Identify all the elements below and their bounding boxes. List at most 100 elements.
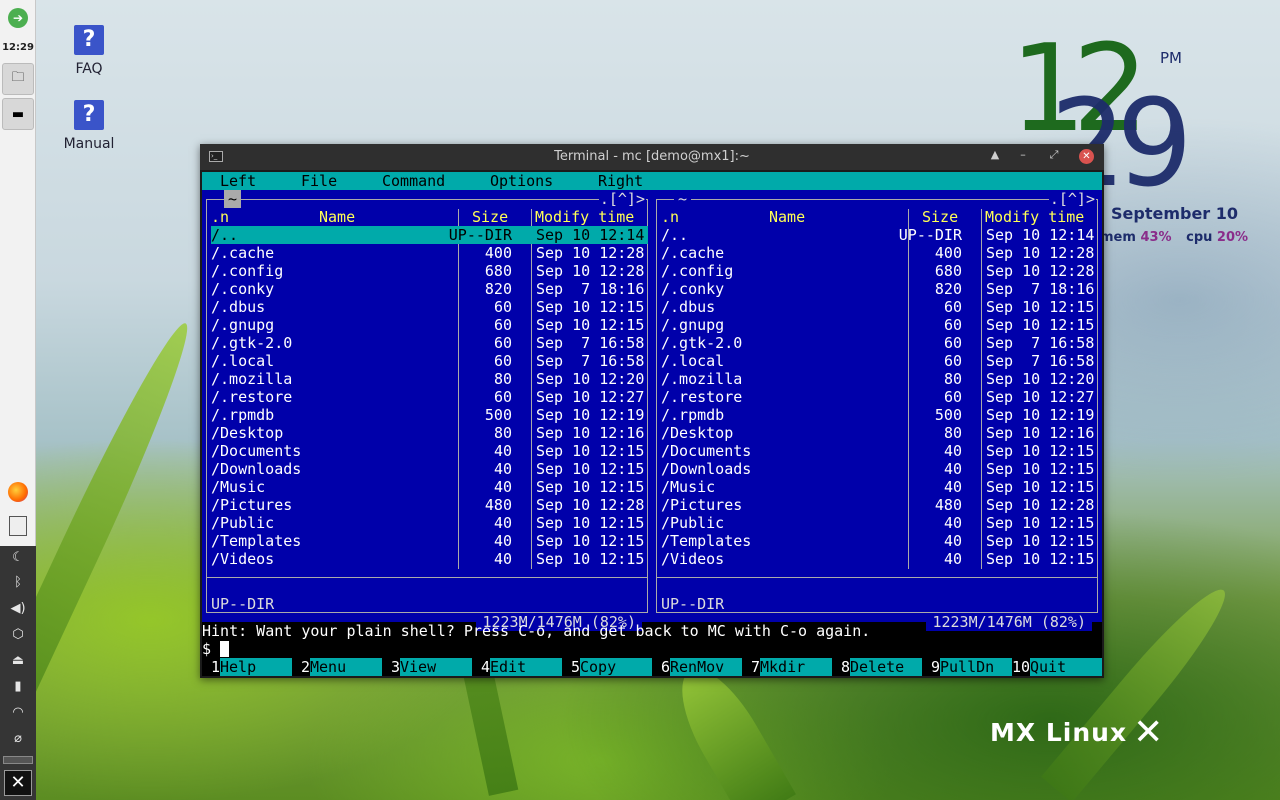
file-row[interactable]: /Documents 40 Sep 10 12:15 xyxy=(211,442,648,460)
fkey-5[interactable]: 5Copy xyxy=(562,658,652,676)
header-name[interactable]: Name xyxy=(769,208,805,226)
file-row[interactable]: /.conky 820 Sep 7 18:16 xyxy=(661,280,1098,298)
package-icon[interactable]: ⬡ xyxy=(0,627,36,642)
file-row[interactable]: /Desktop 80 Sep 10 12:16 xyxy=(211,424,648,442)
mini-status: UP--DIR xyxy=(661,595,725,613)
file-row[interactable]: /Desktop 80 Sep 10 12:16 xyxy=(661,424,1098,442)
header-sort[interactable]: .n xyxy=(661,208,679,226)
terminal-content[interactable]: Left File Command Options Right ~ .[^]> … xyxy=(202,172,1102,676)
file-row[interactable]: /Public 40 Sep 10 12:15 xyxy=(211,514,648,532)
fkey-4[interactable]: 4Edit xyxy=(472,658,562,676)
fkey-2[interactable]: 2Menu xyxy=(292,658,382,676)
notes-icon[interactable] xyxy=(3,512,33,540)
file-row[interactable]: /Templates 40 Sep 10 12:15 xyxy=(211,532,648,550)
file-row[interactable]: /Videos 40 Sep 10 12:15 xyxy=(211,550,648,568)
header-modify-time[interactable]: Modify time xyxy=(985,208,1084,226)
desktop-icon-manual[interactable]: ? Manual xyxy=(44,100,134,152)
file-row[interactable]: /.dbus 60 Sep 10 12:15 xyxy=(661,298,1098,316)
file-row[interactable]: /.local 60 Sep 7 16:58 xyxy=(661,352,1098,370)
header-name[interactable]: Name xyxy=(319,208,355,226)
fkey-label: Quit xyxy=(1030,658,1102,676)
eject-icon[interactable]: ⏏ xyxy=(0,653,36,668)
file-row[interactable]: /Documents 40 Sep 10 12:15 xyxy=(661,442,1098,460)
header-size[interactable]: Size xyxy=(922,208,958,226)
file-modify-time: Sep 10 12:15 xyxy=(986,514,1095,532)
panel-corner-controls[interactable]: .[^]> xyxy=(598,190,646,208)
file-row[interactable]: /Music 40 Sep 10 12:15 xyxy=(661,478,1098,496)
menu-left[interactable]: Left xyxy=(220,172,256,190)
fkey-8[interactable]: 8Delete xyxy=(832,658,922,676)
workspace-pager[interactable] xyxy=(3,756,33,764)
file-row[interactable]: /.mozilla 80 Sep 10 12:20 xyxy=(211,370,648,388)
file-modify-time: Sep 7 16:58 xyxy=(986,352,1095,370)
panel-corner-controls[interactable]: .[^]> xyxy=(1048,190,1096,208)
wifi-icon[interactable]: ◠ xyxy=(0,705,36,720)
file-row[interactable]: /.restore 60 Sep 10 12:27 xyxy=(661,388,1098,406)
file-row[interactable]: /Videos 40 Sep 10 12:15 xyxy=(661,550,1098,568)
file-manager-icon[interactable]: 🗀 xyxy=(2,63,34,95)
file-size: 400 xyxy=(934,244,962,262)
file-name: /.local xyxy=(661,352,725,370)
file-row[interactable]: /.gnupg 60 Sep 10 12:15 xyxy=(661,316,1098,334)
header-modify-time[interactable]: Modify time xyxy=(535,208,634,226)
file-row[interactable]: /.rpmdb 500 Sep 10 12:19 xyxy=(661,406,1098,424)
window-titlebar[interactable]: ›_ Terminal - mc [demo@mx1]:~ ▲ – ⤢ ✕ xyxy=(200,144,1104,170)
fkey-9[interactable]: 9PullDn xyxy=(922,658,1012,676)
file-row[interactable]: /.cache 400 Sep 10 12:28 xyxy=(661,244,1098,262)
mx-logo-icon[interactable]: ➔ xyxy=(3,4,33,32)
window-title: Terminal - mc [demo@mx1]:~ xyxy=(554,149,750,164)
mx-menu-icon[interactable]: ✕ xyxy=(4,770,32,796)
fkey-6[interactable]: 6RenMov xyxy=(652,658,742,676)
file-row[interactable]: /Music 40 Sep 10 12:15 xyxy=(211,478,648,496)
file-row[interactable]: /.restore 60 Sep 10 12:27 xyxy=(211,388,648,406)
header-size[interactable]: Size xyxy=(472,208,508,226)
command-prompt[interactable]: $ xyxy=(202,640,230,658)
current-directory[interactable]: ~ xyxy=(224,190,242,208)
file-row[interactable]: /.config 680 Sep 10 12:28 xyxy=(211,262,648,280)
file-row[interactable]: /Pictures 480 Sep 10 12:28 xyxy=(661,496,1098,514)
shade-button[interactable]: ▲ xyxy=(986,148,1004,161)
file-row[interactable]: /.mozilla 80 Sep 10 12:20 xyxy=(661,370,1098,388)
fkey-1[interactable]: 1Help xyxy=(202,658,292,676)
left-file-panel[interactable]: ~ .[^]> .n Name Size Modify time /.. UP--… xyxy=(202,190,652,631)
file-row[interactable]: /.local 60 Sep 7 16:58 xyxy=(211,352,648,370)
header-sort[interactable]: .n xyxy=(211,208,229,226)
menu-command[interactable]: Command xyxy=(382,172,445,190)
file-row[interactable]: /.config 680 Sep 10 12:28 xyxy=(661,262,1098,280)
night-mode-icon[interactable]: ☾ xyxy=(0,550,36,565)
menu-options[interactable]: Options xyxy=(490,172,553,190)
file-row[interactable]: /.gtk-2.0 60 Sep 7 16:58 xyxy=(661,334,1098,352)
clip-icon[interactable]: ⌀ xyxy=(0,731,36,746)
close-button[interactable]: ✕ xyxy=(1079,149,1094,164)
file-row[interactable]: /.rpmdb 500 Sep 10 12:19 xyxy=(211,406,648,424)
file-row[interactable]: /.. UP--DIR Sep 10 12:14 xyxy=(661,226,1098,244)
terminal-icon[interactable]: ▬ xyxy=(2,98,34,130)
current-directory[interactable]: ~ xyxy=(674,190,692,208)
file-row[interactable]: /Downloads 40 Sep 10 12:15 xyxy=(661,460,1098,478)
menu-file[interactable]: File xyxy=(301,172,337,190)
file-row[interactable]: /.cache 400 Sep 10 12:28 xyxy=(211,244,648,262)
file-row[interactable]: /Templates 40 Sep 10 12:15 xyxy=(661,532,1098,550)
file-row[interactable]: /Public 40 Sep 10 12:15 xyxy=(661,514,1098,532)
firefox-icon[interactable] xyxy=(3,478,33,506)
file-row[interactable]: /Downloads 40 Sep 10 12:15 xyxy=(211,460,648,478)
file-row[interactable]: /.dbus 60 Sep 10 12:15 xyxy=(211,298,648,316)
desktop-icon-faq[interactable]: ? FAQ xyxy=(44,25,134,77)
panel-clock[interactable]: 12:29 xyxy=(0,42,36,53)
file-modify-time: Sep 10 12:16 xyxy=(536,424,645,442)
fkey-7[interactable]: 7Mkdir xyxy=(742,658,832,676)
bluetooth-icon[interactable]: ᛒ xyxy=(0,575,36,590)
fkey-3[interactable]: 3View xyxy=(382,658,472,676)
volume-icon[interactable]: ◀) xyxy=(0,601,36,616)
battery-icon[interactable]: ▮ xyxy=(0,679,36,694)
minimize-button[interactable]: – xyxy=(1014,148,1032,161)
menu-right[interactable]: Right xyxy=(598,172,643,190)
file-row[interactable]: /.conky 820 Sep 7 18:16 xyxy=(211,280,648,298)
right-file-panel[interactable]: ~ .[^]> .n Name Size Modify time /.. UP--… xyxy=(652,190,1102,631)
maximize-button[interactable]: ⤢ xyxy=(1045,148,1063,162)
file-row[interactable]: /Pictures 480 Sep 10 12:28 xyxy=(211,496,648,514)
fkey-10[interactable]: 10Quit xyxy=(1012,658,1102,676)
file-row[interactable]: /.gnupg 60 Sep 10 12:15 xyxy=(211,316,648,334)
file-row[interactable]: /.. UP--DIR Sep 10 12:14 xyxy=(211,226,648,244)
file-row[interactable]: /.gtk-2.0 60 Sep 7 16:58 xyxy=(211,334,648,352)
